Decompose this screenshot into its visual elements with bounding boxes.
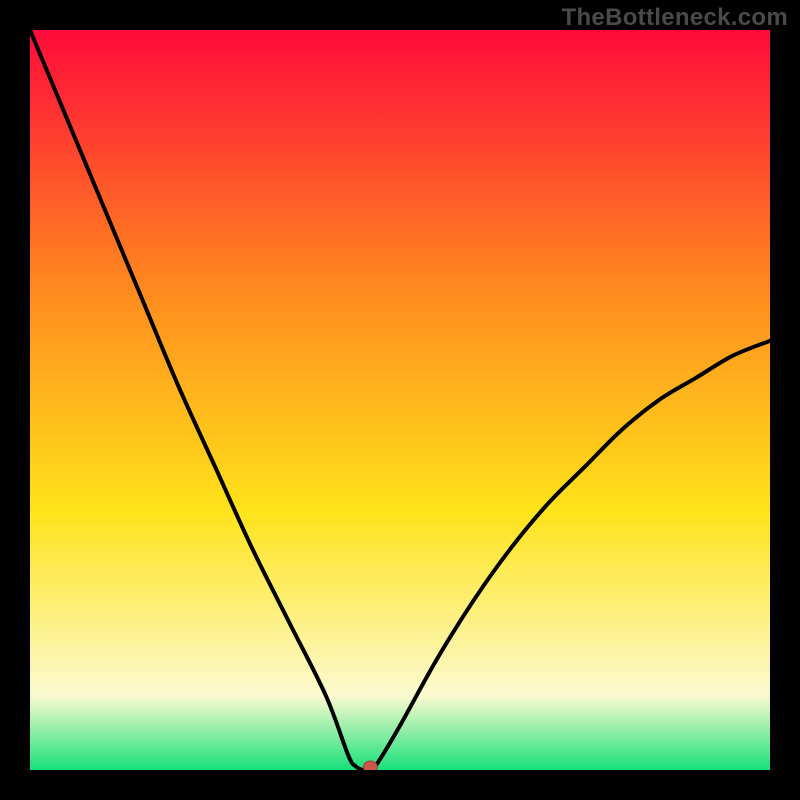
optimal-point-marker bbox=[363, 761, 377, 770]
plot-area bbox=[30, 30, 770, 770]
chart-frame: TheBottleneck.com bbox=[0, 0, 800, 800]
chart-svg bbox=[30, 30, 770, 770]
watermark-text: TheBottleneck.com bbox=[562, 4, 788, 32]
